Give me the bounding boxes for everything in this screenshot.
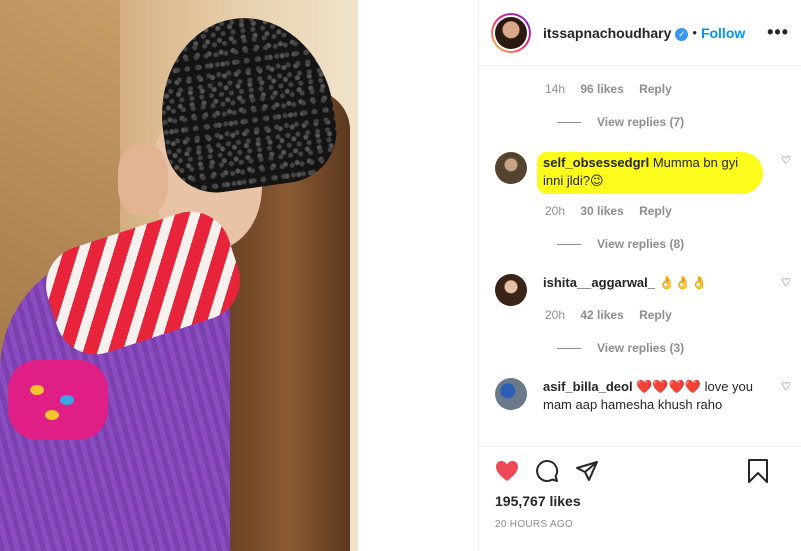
post-side-panel: itssapnachoudhary ✓ • Follow ••• 14h 96 l… bbox=[478, 0, 801, 551]
comment-username[interactable]: asif_billa_deol bbox=[543, 379, 633, 394]
wink-emoji: 😉 bbox=[589, 173, 604, 188]
divider-line bbox=[557, 121, 581, 123]
follow-button[interactable]: Follow bbox=[701, 25, 745, 41]
photo-pants-dot bbox=[30, 385, 44, 395]
comment-meta: 14h 96 likes Reply bbox=[545, 82, 684, 96]
avatar[interactable] bbox=[495, 152, 527, 184]
comment-time: 20h bbox=[545, 308, 566, 322]
avatar[interactable] bbox=[495, 16, 527, 49]
divider-line bbox=[557, 243, 581, 245]
save-bookmark-icon[interactable] bbox=[747, 459, 769, 483]
comment-item: ishita__aggarwal_ 👌👌👌 ♡ bbox=[495, 274, 795, 306]
liked-heart-icon[interactable] bbox=[495, 460, 519, 482]
photo-pants-dot bbox=[45, 410, 59, 420]
comment-username[interactable]: self_obsessedgrl bbox=[543, 155, 649, 170]
action-icons-row bbox=[495, 459, 785, 483]
highlighted-comment: self_obsessedgrl Mumma bn gyi inni jldi?… bbox=[537, 152, 763, 194]
comments-list[interactable]: 14h 96 likes Reply View replies (7) self… bbox=[479, 66, 801, 444]
view-replies-button[interactable]: View replies (7) bbox=[557, 115, 684, 129]
comment-icon[interactable] bbox=[535, 459, 559, 483]
like-comment-heart-icon[interactable]: ♡ bbox=[781, 276, 791, 289]
avatar[interactable] bbox=[495, 378, 527, 410]
post-photo[interactable] bbox=[0, 0, 358, 551]
reply-button[interactable]: Reply bbox=[639, 82, 672, 96]
like-comment-heart-icon[interactable]: ♡ bbox=[781, 380, 791, 393]
comment-time: 20h bbox=[545, 204, 566, 218]
comment-username[interactable]: ishita__aggarwal_ bbox=[543, 275, 655, 290]
divider-line bbox=[557, 347, 581, 349]
avatar[interactable] bbox=[495, 274, 527, 306]
share-icon[interactable] bbox=[575, 459, 599, 483]
comment-item: asif_billa_deol ❤️❤️❤️❤️ love you mam aa… bbox=[495, 378, 795, 414]
comment-meta: 20h 42 likes Reply bbox=[545, 308, 684, 322]
view-replies-button[interactable]: View replies (3) bbox=[557, 341, 684, 355]
comment-item: self_obsessedgrl Mumma bn gyi inni jldi?… bbox=[495, 152, 795, 194]
verified-badge-icon: ✓ bbox=[675, 27, 689, 41]
comment-meta: 20h 30 likes Reply bbox=[545, 204, 684, 218]
comment-likes[interactable]: 96 likes bbox=[580, 82, 623, 96]
post-timestamp[interactable]: 20 HOURS AGO bbox=[495, 519, 785, 530]
post-author-username[interactable]: itssapnachoudhary ✓ bbox=[543, 25, 689, 41]
reply-button[interactable]: Reply bbox=[639, 308, 672, 322]
like-comment-heart-icon[interactable]: ♡ bbox=[781, 154, 791, 167]
photo-sequin-beanie bbox=[149, 6, 343, 200]
comment-text: 👌👌👌 bbox=[658, 275, 708, 290]
post-header: itssapnachoudhary ✓ • Follow ••• bbox=[479, 0, 801, 66]
comment-likes[interactable]: 30 likes bbox=[580, 204, 623, 218]
photo-hand bbox=[118, 145, 168, 215]
more-options-icon[interactable]: ••• bbox=[767, 22, 789, 43]
post-actions: 195,767 likes 20 HOURS AGO bbox=[479, 446, 801, 551]
comment-time: 14h bbox=[545, 82, 566, 96]
story-ring[interactable] bbox=[491, 12, 531, 53]
separator-dot: • bbox=[692, 25, 697, 40]
photo-pants-dot bbox=[60, 395, 74, 405]
likes-count[interactable]: 195,767 likes bbox=[495, 493, 785, 509]
view-replies-button[interactable]: View replies (8) bbox=[557, 237, 684, 251]
comment-likes[interactable]: 42 likes bbox=[580, 308, 623, 322]
photo-baby-pink-pants bbox=[8, 360, 108, 440]
reply-button[interactable]: Reply bbox=[639, 204, 672, 218]
